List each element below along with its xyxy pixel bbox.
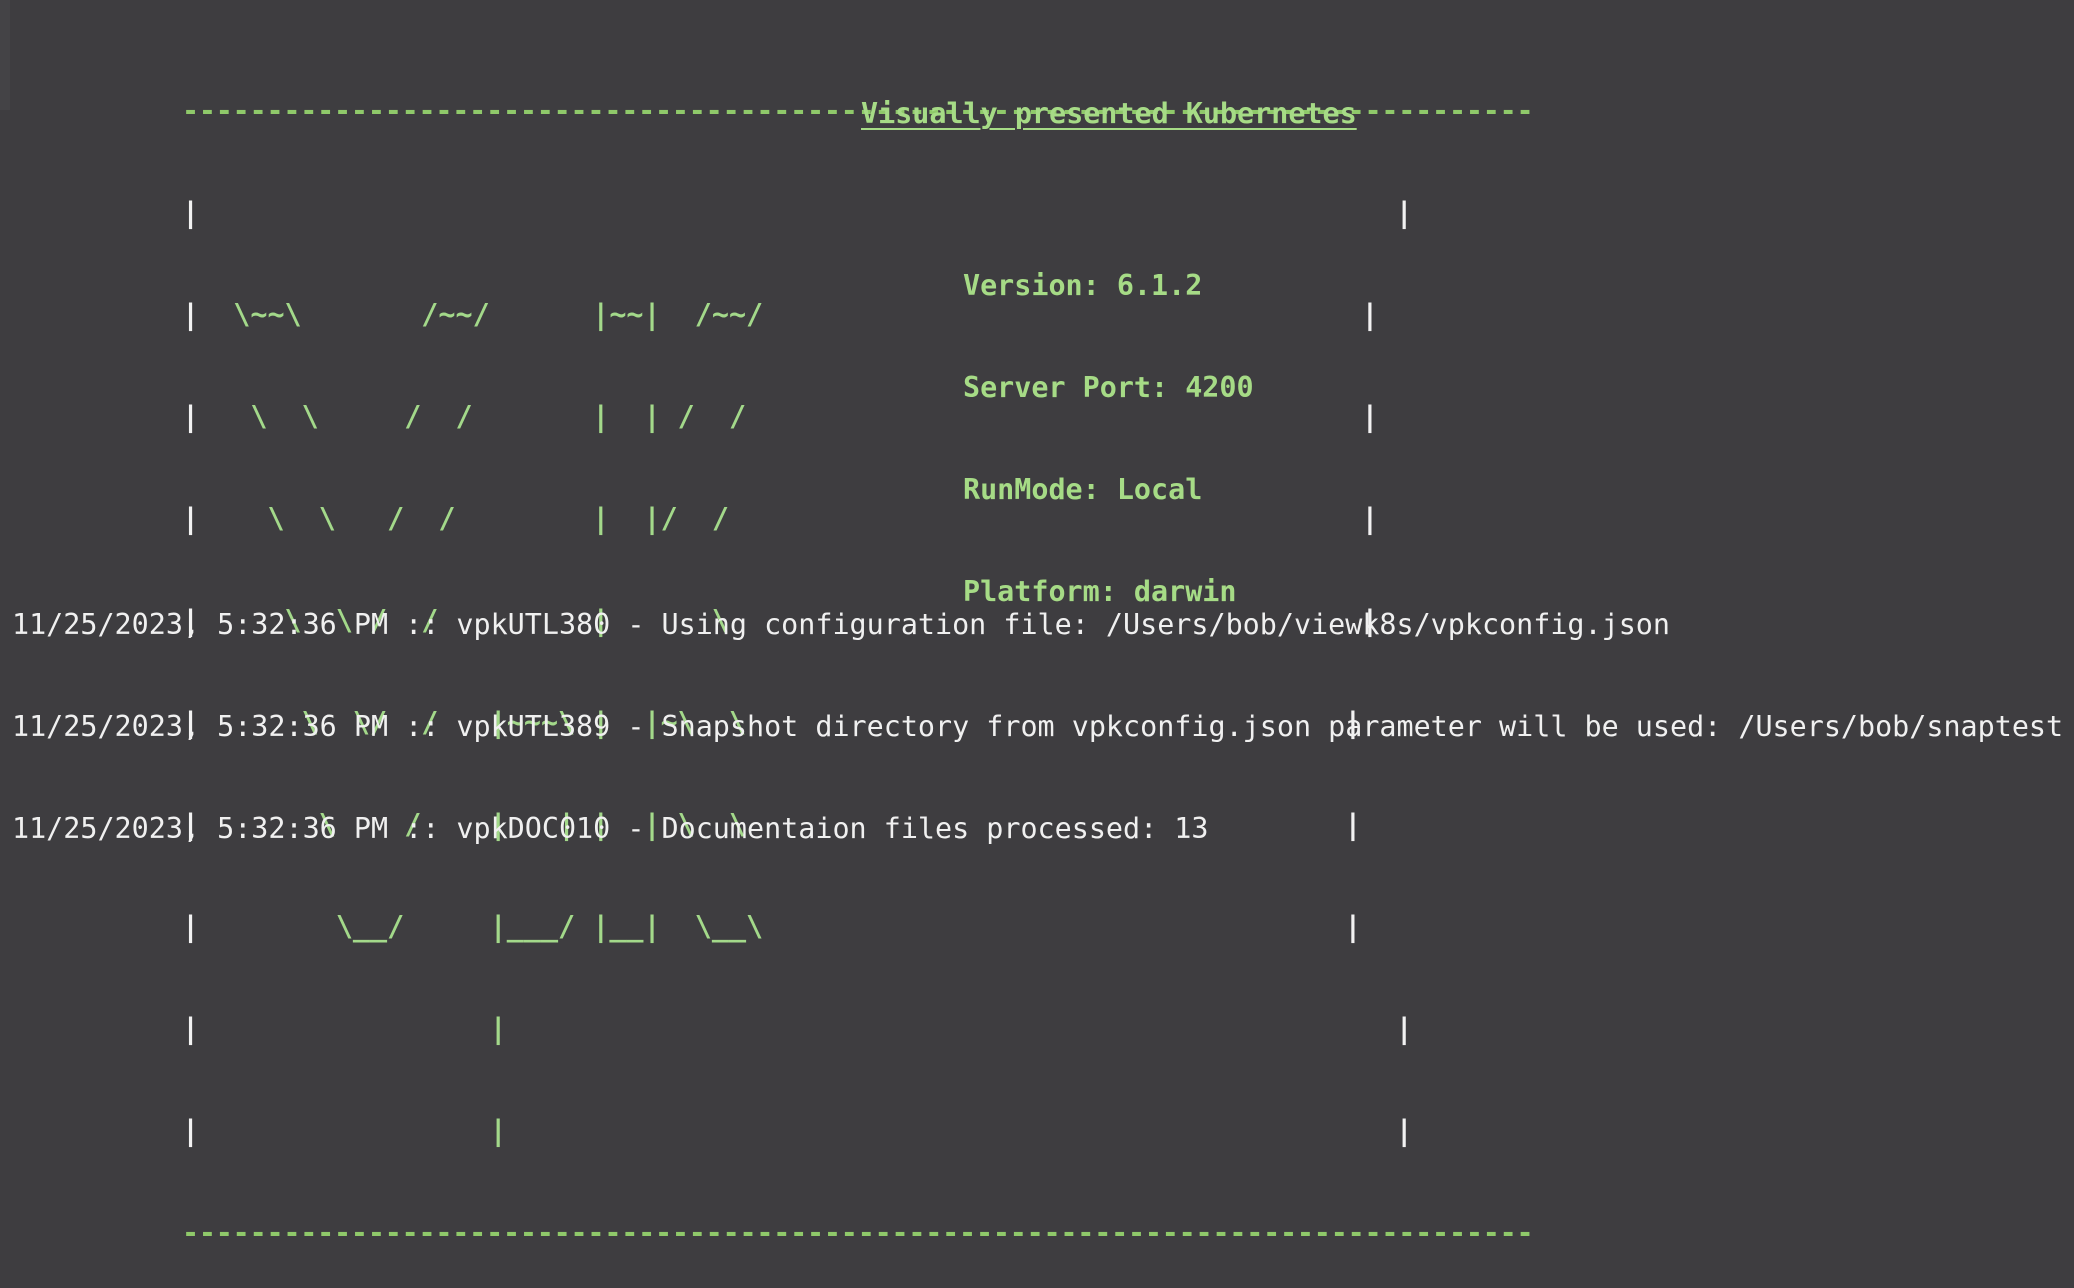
frame-left: |: [182, 910, 200, 943]
ascii-art: |: [199, 1114, 1396, 1147]
terminal-window[interactable]: ----------------------------------------…: [0, 0, 2074, 1249]
frame-right: |: [1395, 1012, 1413, 1045]
banner-row: | | |: [182, 1012, 1533, 1046]
ascii-art: |: [199, 1012, 1396, 1045]
frame-right: |: [1361, 400, 1379, 433]
banner-row: | | |: [182, 1114, 1533, 1148]
banner-row: | |: [182, 196, 1533, 230]
frame-right: |: [1361, 502, 1379, 535]
ascii-art: \__/ |___/ |__| \__\: [199, 910, 1345, 943]
banner-row: | \ \ / / | |/ / |: [182, 502, 1533, 536]
banner-row: | \ \ / / | | / / |: [182, 400, 1533, 434]
frame-right: |: [1344, 910, 1362, 943]
banner-row: | \__/ |___/ |__| \__\ |: [182, 910, 1533, 944]
frame-left: |: [182, 1012, 200, 1045]
frame-left: |: [182, 298, 200, 331]
frame-right: |: [1395, 1114, 1413, 1147]
frame-left: |: [182, 1114, 200, 1147]
server-port-text: Server Port: 4200: [963, 371, 1254, 404]
frame-right: |: [1361, 298, 1379, 331]
scrollbar-track[interactable]: [0, 0, 10, 110]
log-output: 11/25/2023, 5:32:36 PM :: vpkUTL380 - Us…: [12, 540, 2063, 914]
log-line: 11/25/2023, 5:32:36 PM :: vpkUTL389 - Sn…: [12, 710, 2064, 743]
frame-left: |: [182, 400, 200, 433]
frame-left: |: [182, 502, 200, 535]
product-tagline: Visually presented Kubernetes: [861, 97, 1357, 130]
frame-left: |: [182, 196, 200, 229]
banner-bottom-rule: ----------------------------------------…: [182, 1216, 1534, 1249]
log-line: 11/25/2023, 5:32:36 PM :: vpkUTL380 - Us…: [12, 608, 1670, 641]
version-text: Version: 6.1.2: [963, 269, 1203, 302]
run-mode-text: RunMode: Local: [963, 473, 1203, 506]
log-line: 11/25/2023, 5:32:36 PM :: vpkDOC010 - Do…: [12, 812, 1209, 845]
banner-row: | \~~\ /~~/ |~~| /~~/ |: [182, 298, 1533, 332]
frame-right: |: [1395, 196, 1413, 229]
